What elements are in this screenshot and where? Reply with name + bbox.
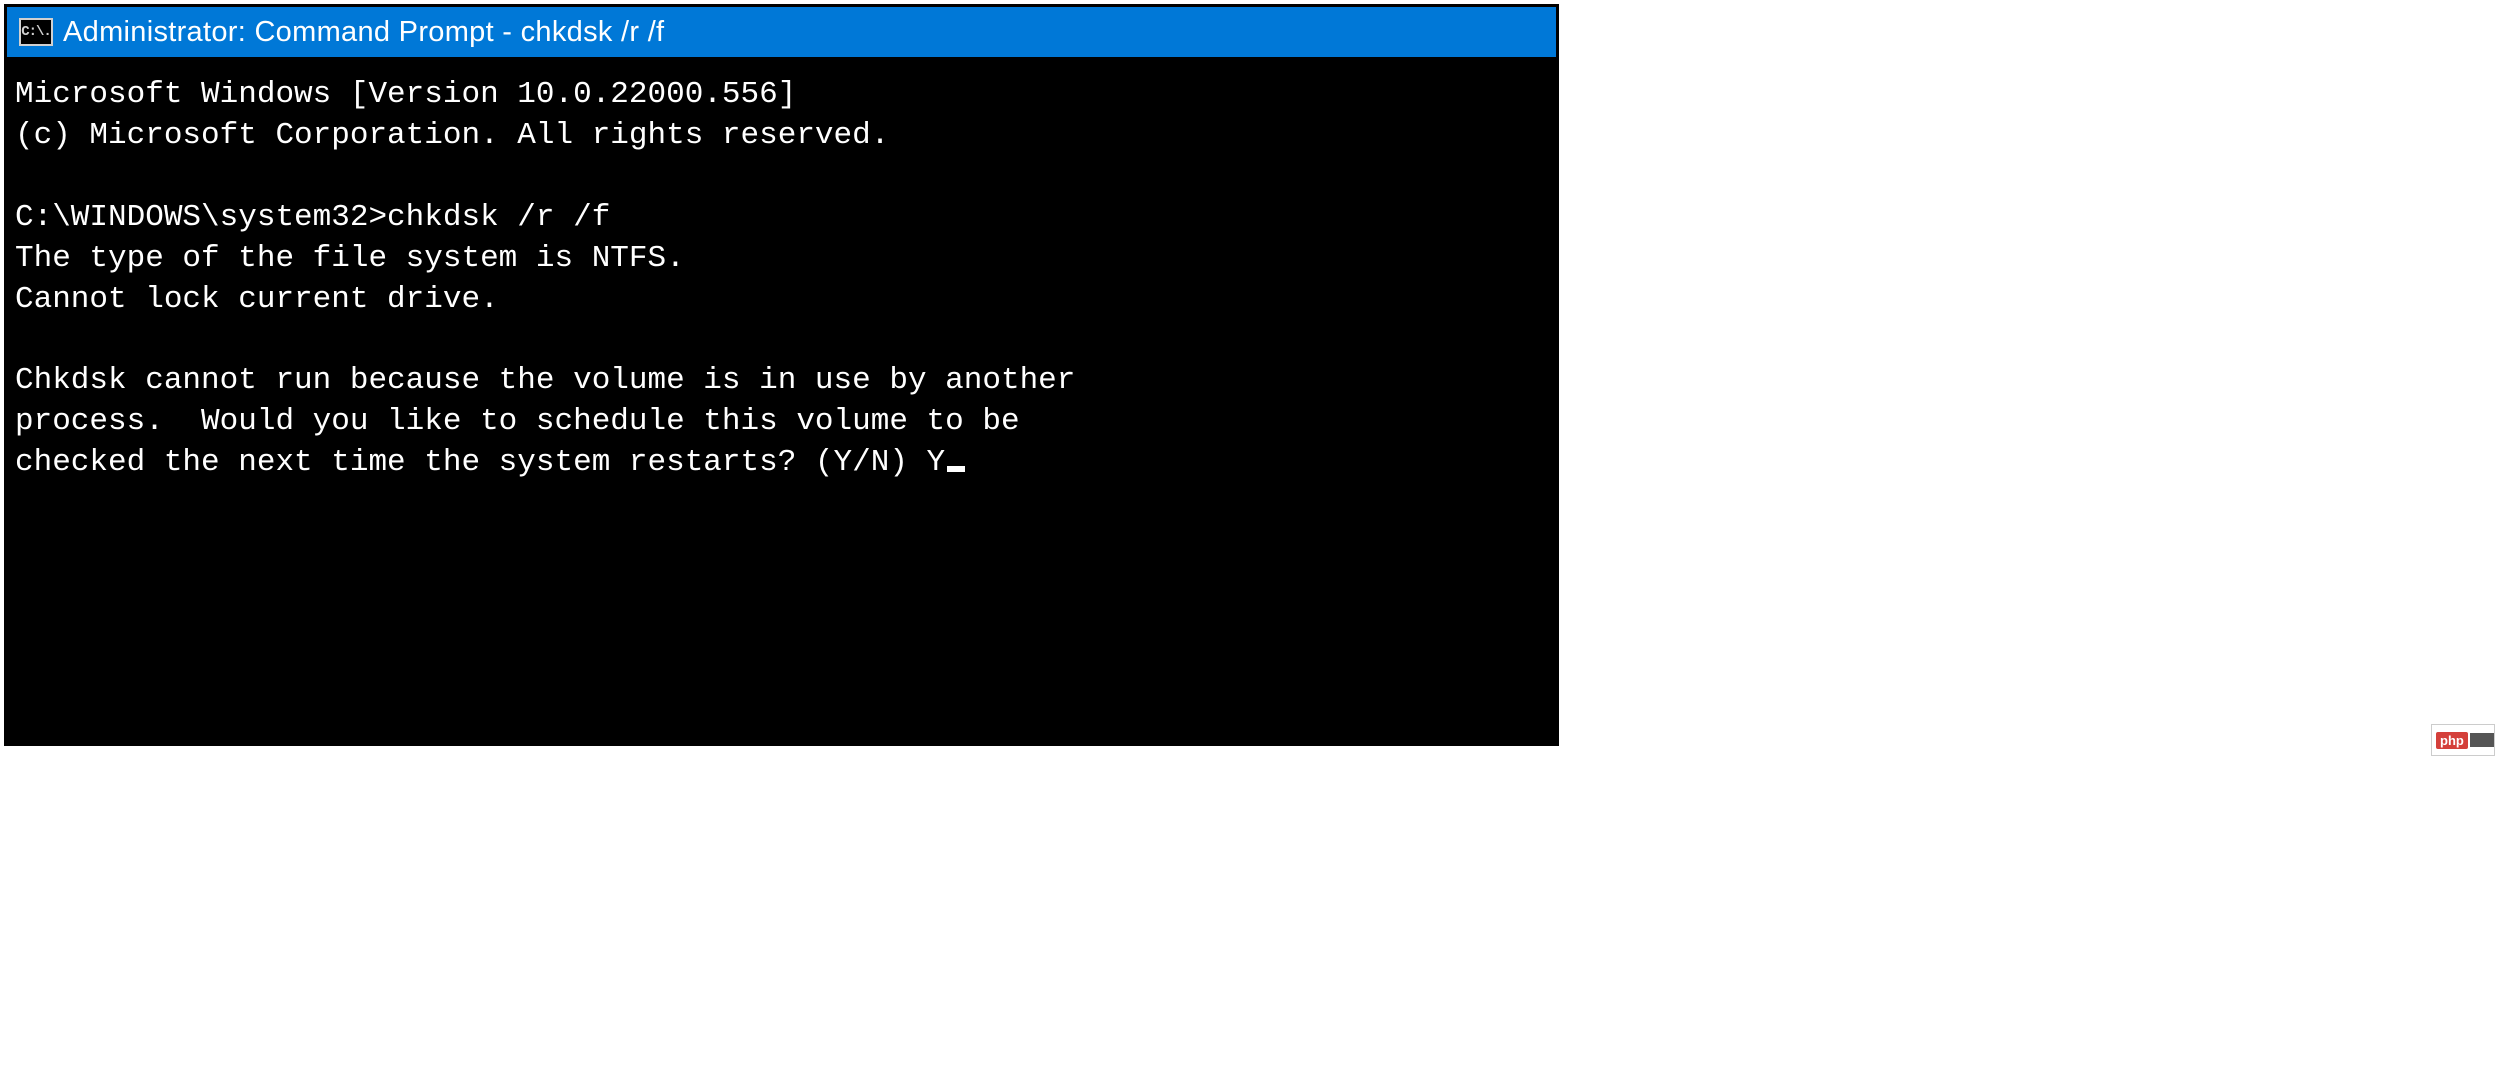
terminal-line: The type of the file system is NTFS.: [15, 241, 685, 276]
watermark-tail: [2470, 733, 2494, 747]
terminal-line: (c) Microsoft Corporation. All rights re…: [15, 118, 889, 153]
cmd-icon-text: C:\.: [21, 24, 51, 40]
watermark-text: php: [2436, 732, 2468, 749]
cursor: [947, 466, 965, 472]
cmd-icon: C:\.: [19, 18, 53, 46]
terminal-line: checked the next time the system restart…: [15, 445, 945, 480]
terminal-line: Cannot lock current drive.: [15, 282, 499, 317]
terminal-line: Microsoft Windows [Version 10.0.22000.55…: [15, 77, 796, 112]
terminal-line: C:\WINDOWS\system32>chkdsk /r /f: [15, 200, 610, 235]
terminal-line: process. Would you like to schedule this…: [15, 404, 1020, 439]
command-prompt-window: C:\. Administrator: Command Prompt - chk…: [4, 4, 1559, 746]
watermark: php: [2431, 724, 2495, 756]
window-title: Administrator: Command Prompt - chkdsk /…: [63, 16, 664, 49]
terminal-output[interactable]: Microsoft Windows [Version 10.0.22000.55…: [7, 57, 1556, 743]
titlebar[interactable]: C:\. Administrator: Command Prompt - chk…: [7, 7, 1556, 57]
terminal-line: Chkdsk cannot run because the volume is …: [15, 363, 1075, 398]
